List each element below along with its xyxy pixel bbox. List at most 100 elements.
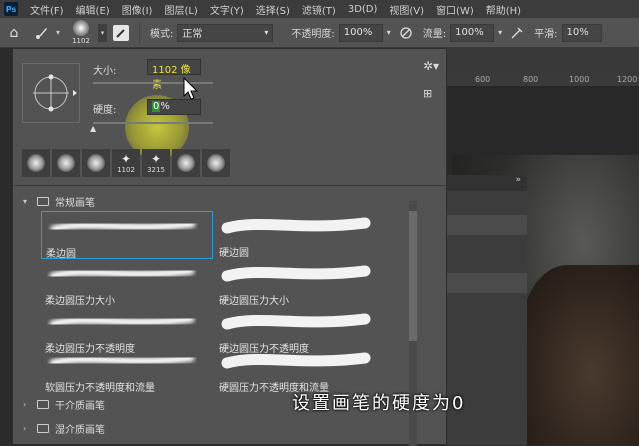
figure-brush-icon: ✦ bbox=[150, 152, 162, 166]
recent-brush[interactable] bbox=[52, 149, 80, 177]
smooth-value: 10% bbox=[566, 27, 589, 38]
menu-filter[interactable]: 滤镜(T) bbox=[296, 2, 342, 17]
soft-stroke-preview bbox=[50, 220, 196, 233]
menu-edit[interactable]: 编辑(E) bbox=[70, 2, 116, 17]
brush-label: 柔边圆压力大小 bbox=[45, 296, 115, 307]
menu-select[interactable]: 选择(S) bbox=[250, 2, 296, 17]
tree-trunk-image bbox=[520, 265, 639, 445]
hardness-input[interactable]: 0% bbox=[147, 99, 201, 115]
brush-hard-round-pressure-size[interactable]: 硬边圆压力大小 bbox=[215, 259, 387, 307]
brush-settings-icon[interactable] bbox=[107, 18, 135, 48]
soft-round-icon bbox=[27, 154, 45, 172]
new-preset-icon[interactable]: ⊞ bbox=[423, 87, 432, 100]
brush-tip-preview[interactable] bbox=[22, 63, 80, 123]
video-subtitle: 设置画笔的硬度为0 bbox=[292, 393, 466, 414]
airbrush-icon[interactable] bbox=[506, 18, 528, 48]
scrollbar-thumb[interactable] bbox=[409, 211, 417, 341]
opacity-value: 100% bbox=[343, 27, 373, 38]
hardness-unit: % bbox=[160, 101, 170, 112]
chevron-down-icon: ▾ bbox=[264, 28, 269, 37]
brush-preset-picker[interactable]: 1102 bbox=[66, 18, 96, 48]
hard-stroke-preview bbox=[221, 313, 371, 330]
folder-icon bbox=[37, 424, 49, 433]
menu-layer[interactable]: 图层(L) bbox=[158, 2, 203, 17]
divider bbox=[14, 185, 447, 186]
menu-3d[interactable]: 3D(D) bbox=[342, 4, 384, 15]
soft-stroke-preview bbox=[49, 267, 195, 280]
recent-brushes: ✦ 1102 ✦ 3215 bbox=[22, 149, 230, 177]
recent-brush[interactable] bbox=[172, 149, 200, 177]
folder-general[interactable]: ▾ 常规画笔 bbox=[23, 194, 95, 209]
soft-stroke-preview bbox=[49, 354, 195, 367]
ruler-tick: 1000 bbox=[569, 75, 590, 84]
mode-value: 正常 bbox=[182, 29, 203, 40]
folder-label: 干介质画笔 bbox=[55, 401, 105, 412]
document-tabstrip bbox=[447, 48, 639, 74]
soft-round-icon bbox=[57, 154, 75, 172]
brush-size-readout: 1102 bbox=[72, 37, 90, 45]
brush-label: 硬边圆 bbox=[219, 248, 249, 259]
brush-size-num: 3215 bbox=[147, 166, 165, 174]
gear-icon[interactable]: ✲▾ bbox=[423, 59, 439, 73]
menu-type[interactable]: 文字(Y) bbox=[204, 2, 250, 17]
brush-label: 柔边圆 bbox=[46, 249, 76, 260]
chevron-right-icon: › bbox=[23, 400, 27, 409]
opacity-label: 不透明度: bbox=[291, 29, 335, 40]
size-label: 大小: bbox=[93, 66, 117, 77]
smooth-field[interactable]: 10% bbox=[561, 23, 602, 42]
home-icon[interactable]: ⌂ bbox=[0, 18, 28, 48]
hard-stroke-preview bbox=[221, 265, 371, 282]
menu-window[interactable]: 窗口(W) bbox=[430, 2, 480, 17]
hardness-slider[interactable] bbox=[93, 122, 213, 124]
brush-label: 硬边圆压力大小 bbox=[219, 296, 289, 307]
soft-round-icon bbox=[207, 154, 225, 172]
menu-help[interactable]: 帮助(H) bbox=[480, 2, 527, 17]
size-input[interactable]: 1102 像素 bbox=[147, 59, 201, 91]
opacity-field[interactable]: 100% bbox=[338, 23, 383, 42]
mouse-pointer-icon bbox=[183, 77, 199, 100]
chevron-down-icon[interactable]: ▾ bbox=[387, 28, 391, 37]
menu-image[interactable]: 图像(I) bbox=[116, 2, 159, 17]
brush-tool-icon[interactable] bbox=[28, 18, 56, 48]
folder-icon bbox=[37, 197, 49, 206]
hard-stroke-preview bbox=[221, 352, 371, 369]
photoshop-logo: Ps bbox=[4, 2, 18, 16]
ruler-tick: 800 bbox=[523, 75, 539, 84]
folder-label: 湿介质画笔 bbox=[55, 425, 105, 436]
divider bbox=[139, 21, 141, 44]
menu-file[interactable]: 文件(F) bbox=[24, 2, 70, 17]
soft-stroke-preview bbox=[49, 315, 195, 328]
brush-soft-round[interactable]: 柔边圆 bbox=[41, 211, 213, 260]
recent-brush[interactable] bbox=[82, 149, 110, 177]
menu-view[interactable]: 视图(V) bbox=[383, 2, 430, 17]
brush-label: 软圆压力不透明度和流量 bbox=[45, 383, 155, 394]
mode-select[interactable]: 正常 ▾ bbox=[177, 23, 274, 42]
folder-wet-media[interactable]: › 湿介质画笔 bbox=[23, 421, 105, 436]
soft-round-icon bbox=[87, 154, 105, 172]
brush-soft-round-pressure-opacity-flow[interactable]: 软圆压力不透明度和流量 bbox=[41, 346, 213, 394]
flow-value: 100% bbox=[455, 27, 484, 38]
folder-label: 常规画笔 bbox=[55, 198, 95, 209]
flow-field[interactable]: 100% bbox=[450, 23, 495, 42]
recent-brush[interactable]: ✦ 1102 bbox=[112, 149, 140, 177]
chevron-down-icon[interactable]: ▾ bbox=[56, 28, 60, 37]
folder-dry-media[interactable]: › 干介质画笔 bbox=[23, 397, 105, 412]
brush-size-num: 1102 bbox=[117, 166, 135, 174]
soft-round-icon bbox=[177, 154, 195, 172]
brush-soft-round-pressure-size[interactable]: 柔边圆压力大小 bbox=[41, 259, 213, 307]
brush-picker-chevron-icon[interactable]: ▾ bbox=[98, 23, 108, 42]
mode-label: 模式: bbox=[150, 29, 174, 40]
chevron-down-icon[interactable]: ▾ bbox=[498, 28, 502, 37]
recent-brush[interactable] bbox=[202, 149, 230, 177]
hardness-slider-thumb-icon[interactable]: ▲ bbox=[90, 124, 96, 133]
horizontal-ruler: 600 800 1000 1200 bbox=[447, 74, 639, 86]
hard-stroke-preview bbox=[221, 217, 371, 234]
hardness-label: 硬度: bbox=[93, 105, 117, 116]
recent-brush[interactable]: ✦ 3215 bbox=[142, 149, 170, 177]
brush-preset-panel: 大小: 1102 像素 ▲ 硬度: 0% ▲ ✲▾ ⊞ ✦ 1102 ✦ 321… bbox=[12, 48, 447, 446]
brush-hard-round-pressure-opacity-flow[interactable]: 硬圆压力不透明度和流量 bbox=[215, 346, 387, 394]
ruler-tick: 600 bbox=[475, 75, 491, 84]
brush-hard-round[interactable]: 硬边圆 bbox=[215, 211, 387, 259]
recent-brush[interactable] bbox=[22, 149, 50, 177]
pressure-opacity-icon[interactable] bbox=[395, 18, 417, 48]
